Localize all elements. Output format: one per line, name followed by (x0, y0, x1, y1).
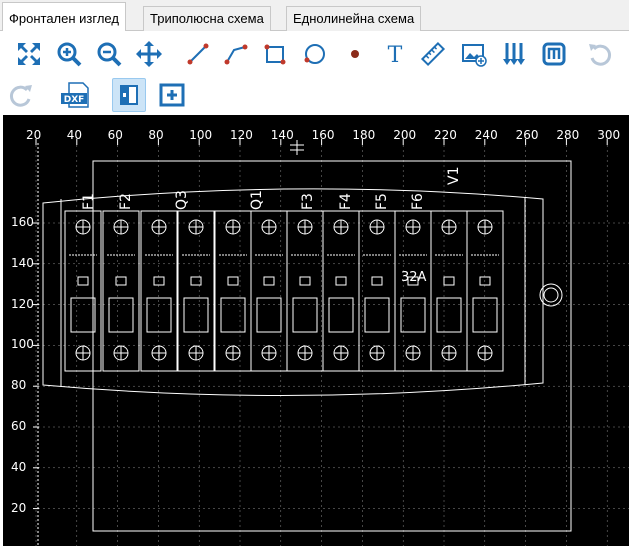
fit-view-button[interactable] (12, 37, 46, 71)
svg-text:T: T (388, 43, 403, 68)
pan-icon (136, 41, 162, 67)
drawing-canvas[interactable]: F1 F2 Q3 Q1 F3 F4 F5 F6 V1 32A 20 40 60 80 1… (3, 115, 629, 546)
zoom-out-icon (97, 42, 122, 67)
x-tick-label: 100 (189, 128, 213, 142)
module-button[interactable] (537, 37, 571, 71)
y-tick-label: 40 (11, 459, 27, 474)
svg-text:DXF: DXF (64, 95, 85, 105)
line-icon (187, 43, 209, 65)
ruler-icon (420, 41, 446, 67)
label-f2: F2 (118, 193, 134, 210)
label-v1: V1 (446, 167, 462, 185)
x-tick-label: 280 (556, 128, 580, 142)
y-tick-label: 80 (11, 378, 27, 393)
switchboard-drawing: F1 F2 Q3 Q1 F3 F4 F5 F6 V1 32A (33, 139, 629, 546)
y-tick-label: 140 (11, 255, 34, 270)
distribute-icon (503, 43, 525, 65)
x-tick-label: 40 (66, 128, 83, 142)
redo-button[interactable] (4, 78, 38, 112)
rectangle-tool-button[interactable] (258, 37, 292, 71)
label-f6: F6 (410, 193, 426, 210)
tab-three-pole-scheme[interactable]: Триполюсна схема (143, 6, 271, 31)
undo-icon (589, 44, 612, 66)
redo-icon (9, 85, 32, 107)
add-element-icon (159, 83, 185, 107)
x-tick-label: 200 (393, 128, 417, 142)
label-q3: Q3 (174, 190, 190, 210)
polyline-tool-button[interactable] (219, 37, 253, 71)
label-f3: F3 (300, 193, 316, 210)
measure-tool-button[interactable] (416, 37, 450, 71)
text-tool-button[interactable]: T (378, 37, 412, 71)
x-tick-label: 80 (148, 128, 164, 142)
export-dxf-button[interactable]: DXF (56, 78, 96, 112)
pan-button[interactable] (132, 37, 166, 71)
line-tool-button[interactable] (181, 37, 215, 71)
zoom-in-icon (57, 42, 82, 67)
rating-label: 32A (401, 270, 427, 285)
rectangle-icon (264, 44, 286, 65)
tab-single-line-scheme[interactable]: Еднолинейна схема (286, 6, 422, 31)
x-tick-label: 240 (474, 128, 498, 142)
y-tick-label: 120 (11, 296, 34, 311)
tab-bar: Фронтален изглед Триполюсна схема Едноли… (0, 0, 629, 32)
distribute-button[interactable] (497, 37, 531, 71)
toolbar: T DXF (0, 31, 629, 115)
undo-button[interactable] (583, 37, 617, 71)
module-icon (542, 42, 566, 66)
circle-icon (304, 44, 325, 64)
label-f1: F1 (81, 193, 97, 210)
label-f4: F4 (338, 193, 354, 210)
zoom-out-button[interactable] (92, 37, 126, 71)
insert-image-icon (462, 44, 487, 67)
x-tick-label: 140 (270, 128, 294, 142)
insert-image-button[interactable] (457, 37, 491, 71)
x-tick-label: 120 (230, 128, 253, 142)
point-tool-button[interactable] (338, 37, 372, 71)
y-tick-label: 20 (11, 500, 27, 515)
y-tick-label: 60 (11, 419, 27, 433)
front-view-button[interactable] (112, 78, 146, 112)
x-tick-label: 160 (311, 128, 335, 142)
x-tick-label: 20 (26, 128, 42, 142)
label-f5: F5 (374, 193, 390, 210)
x-tick-label: 300 (597, 128, 621, 142)
polyline-icon (224, 44, 248, 65)
x-tick-label: 220 (434, 128, 457, 142)
point-icon (351, 50, 359, 58)
text-icon: T (388, 43, 403, 68)
circle-tool-button[interactable] (298, 37, 332, 71)
fit-view-icon (18, 43, 40, 65)
y-tick-label: 100 (11, 337, 34, 352)
x-tick-label: 260 (515, 128, 539, 142)
y-tick-label: 160 (11, 215, 34, 229)
x-tick-label: 60 (107, 128, 123, 142)
tab-front-view[interactable]: Фронтален изглед (2, 2, 126, 32)
export-dxf-icon: DXF (61, 82, 89, 108)
add-element-button[interactable] (155, 78, 189, 112)
front-view-icon (120, 85, 138, 105)
x-tick-label: 180 (352, 128, 376, 142)
zoom-in-button[interactable] (52, 37, 86, 71)
label-q1: Q1 (249, 190, 265, 210)
